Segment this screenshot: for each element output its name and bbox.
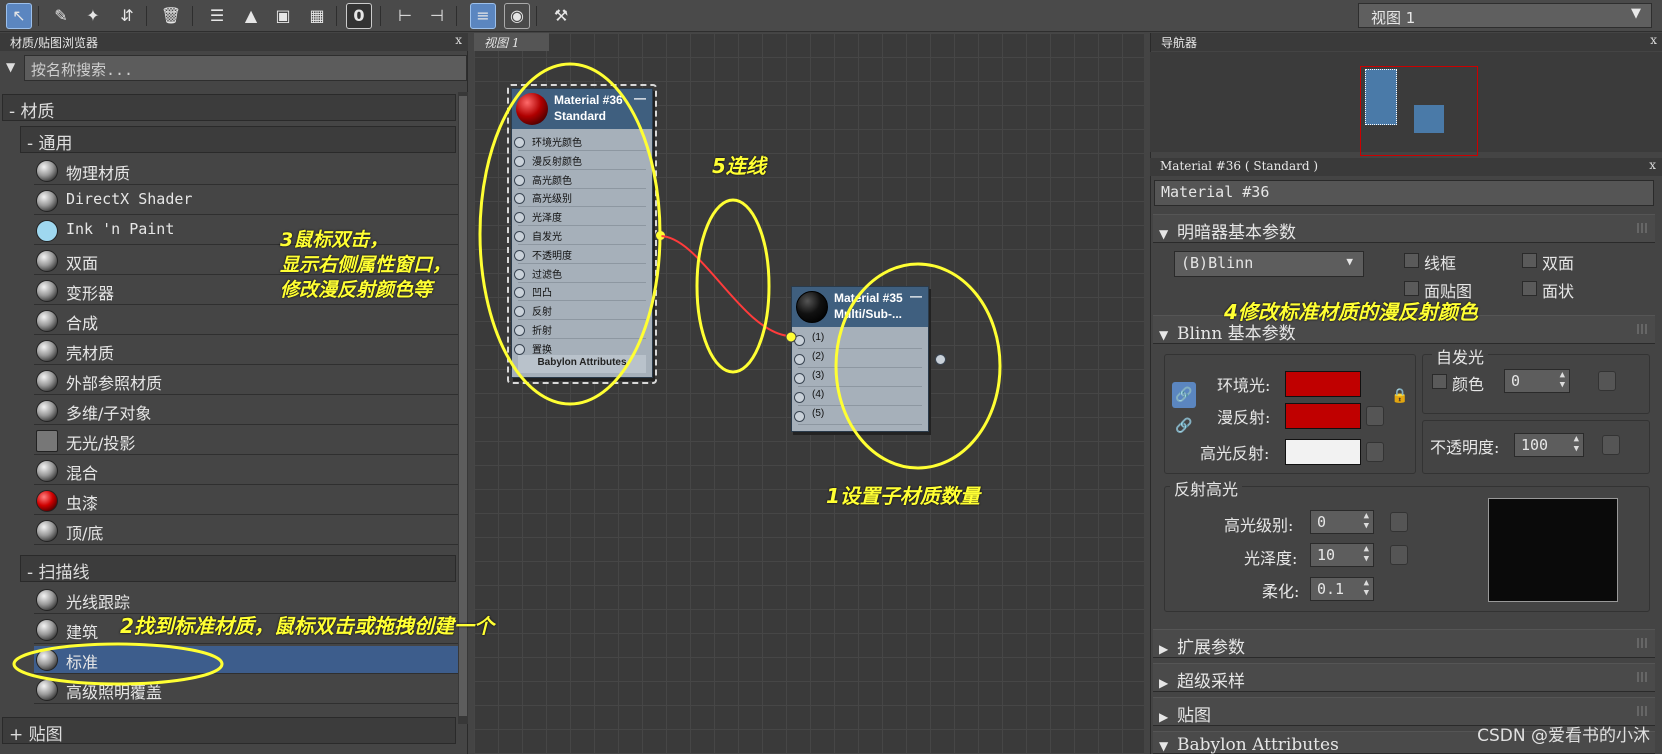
- spec-level-value: 0: [1317, 513, 1327, 531]
- ambient-color-swatch[interactable]: [1285, 371, 1361, 397]
- lock-ambient-diffuse-icon[interactable]: 🔗: [1172, 382, 1196, 408]
- annotation-3-line1: 3鼠标双击，: [280, 229, 389, 251]
- rollout-label: Blinn 基本参数: [1177, 324, 1296, 344]
- triangle-down-icon: ▼: [1159, 739, 1169, 753]
- face-map-checkbox[interactable]: [1404, 281, 1419, 296]
- drag-grip-icon: [1637, 324, 1647, 334]
- shader-type-dropdown[interactable]: (B)Blinn ▼: [1174, 251, 1364, 277]
- soften-value: 0.1: [1317, 580, 1345, 598]
- close-icon[interactable]: x: [1650, 33, 1657, 47]
- spec-level-spinner[interactable]: 0 ▲ ▼: [1310, 510, 1374, 534]
- rollout-label: 超级采样: [1177, 672, 1245, 692]
- spinner-arrows-icon: ▲ ▼: [1559, 370, 1565, 390]
- close-icon[interactable]: x: [1649, 158, 1656, 172]
- drag-grip-icon: [1637, 706, 1647, 716]
- spec-level-map-button[interactable]: [1390, 512, 1408, 532]
- specular-map-button[interactable]: [1366, 442, 1384, 462]
- drag-grip-icon: [1637, 223, 1647, 233]
- annotation-1: 1设置子材质数量: [826, 484, 980, 508]
- watermark: CSDN @爱看书的小沐: [1477, 726, 1650, 746]
- diffuse-map-button[interactable]: [1366, 406, 1384, 426]
- navigator-node-thumb: [1365, 69, 1397, 125]
- opacity-label: 不透明度:: [1430, 438, 1500, 457]
- navigator-title-bar: 导航器 x: [1151, 33, 1662, 51]
- rollout-label: 明暗器基本参数: [1177, 223, 1296, 243]
- opacity-value: 100: [1521, 436, 1549, 454]
- shader-type-value: (B)Blinn: [1181, 254, 1254, 272]
- spinner-arrows-icon: ▲ ▼: [1363, 544, 1369, 564]
- spinner-arrows-icon: ▲ ▼: [1363, 578, 1369, 598]
- spinner-arrows-icon: ▲ ▼: [1573, 434, 1579, 454]
- specular-color-swatch[interactable]: [1285, 439, 1361, 465]
- annotation-4: 4修改标准材质的漫反射颜色: [1224, 300, 1478, 324]
- spinner-arrows-icon: ▲ ▼: [1363, 511, 1369, 531]
- navigator-node-thumb: [1414, 105, 1444, 133]
- wire-label: 线框: [1424, 254, 1457, 273]
- rollout-label: Babylon Attributes: [1177, 735, 1339, 754]
- two-sided-label: 双面: [1542, 254, 1575, 273]
- material-name-field[interactable]: Material #36: [1154, 180, 1654, 206]
- soften-spinner[interactable]: 0.1 ▲ ▼: [1310, 577, 1374, 601]
- lock-icon[interactable]: 🔒: [1390, 388, 1410, 412]
- ambient-label: 环境光:: [1217, 376, 1271, 395]
- material-editor-window: ↖ ✎ ✦ ⇵ 🗑 ☰ ▲ ▣ ▦ 0 ⊢ ⊣ ≡ ◉ ⚒ 视图 1 ▼ 材质/…: [0, 0, 1662, 754]
- spec-highlights-label: 反射高光: [1170, 476, 1243, 500]
- gloss-spinner[interactable]: 10 ▲ ▼: [1310, 543, 1374, 567]
- gloss-label: 光泽度:: [1244, 549, 1298, 568]
- drag-grip-icon: [1637, 638, 1647, 648]
- gloss-map-button[interactable]: [1390, 545, 1408, 565]
- rollout-shader-basic[interactable]: ▼ 明暗器基本参数: [1153, 214, 1655, 243]
- faceted-label: 面状: [1542, 282, 1575, 301]
- chevron-down-icon: ▼: [1346, 255, 1353, 268]
- triangle-right-icon: ▶: [1159, 676, 1169, 690]
- opacity-spinner[interactable]: 100 ▲ ▼: [1514, 433, 1584, 457]
- props-title-bar: Material #36 ( Standard ) x: [1150, 158, 1662, 176]
- annotation-5: 5连线: [712, 154, 766, 178]
- annotation-3-line2: 显示右侧属性窗口，: [280, 254, 452, 276]
- specular-label: 高光反射:: [1200, 444, 1270, 463]
- rollout-supersampling[interactable]: ▶ 超级采样: [1153, 663, 1655, 692]
- self-illum-spinner[interactable]: 0 ▲ ▼: [1504, 369, 1570, 393]
- rollout-label: 贴图: [1177, 706, 1211, 726]
- gloss-value: 10: [1317, 546, 1336, 564]
- self-illum-color-checkbox[interactable]: [1432, 374, 1447, 389]
- rollout-label: 扩展参数: [1177, 638, 1245, 658]
- triangle-right-icon: ▶: [1159, 710, 1169, 724]
- self-illum-value: 0: [1511, 372, 1521, 390]
- self-illum-label: 自发光: [1432, 344, 1489, 368]
- props-title: Material #36 ( Standard ): [1160, 159, 1319, 173]
- annotation-3-line3: 修改漫反射颜色等: [280, 279, 433, 301]
- two-sided-checkbox[interactable]: [1522, 253, 1537, 268]
- diffuse-color-swatch[interactable]: [1285, 403, 1361, 429]
- drag-grip-icon: [1637, 672, 1647, 682]
- highlight-curve-preview: [1488, 498, 1618, 602]
- navigator-view[interactable]: [1150, 52, 1662, 156]
- navigator-title: 导航器: [1161, 36, 1198, 50]
- spec-level-label: 高光级别:: [1224, 516, 1294, 535]
- annotation-2: 2找到标准材质，鼠标双击或拖拽创建一个: [120, 614, 494, 638]
- triangle-down-icon: ▼: [1159, 328, 1169, 342]
- soften-label: 柔化:: [1262, 582, 1300, 601]
- link-icon[interactable]: 🔗: [1172, 418, 1196, 440]
- diffuse-label: 漫反射:: [1217, 408, 1271, 427]
- rollout-extended-params[interactable]: ▶ 扩展参数: [1153, 629, 1655, 658]
- triangle-right-icon: ▶: [1159, 642, 1169, 656]
- self-illum-color-label: 颜色: [1452, 375, 1485, 394]
- wire-checkbox[interactable]: [1404, 253, 1419, 268]
- faceted-checkbox[interactable]: [1522, 281, 1537, 296]
- opacity-map-button[interactable]: [1602, 435, 1620, 455]
- triangle-down-icon: ▼: [1159, 227, 1169, 241]
- self-illum-map-button[interactable]: [1598, 371, 1616, 391]
